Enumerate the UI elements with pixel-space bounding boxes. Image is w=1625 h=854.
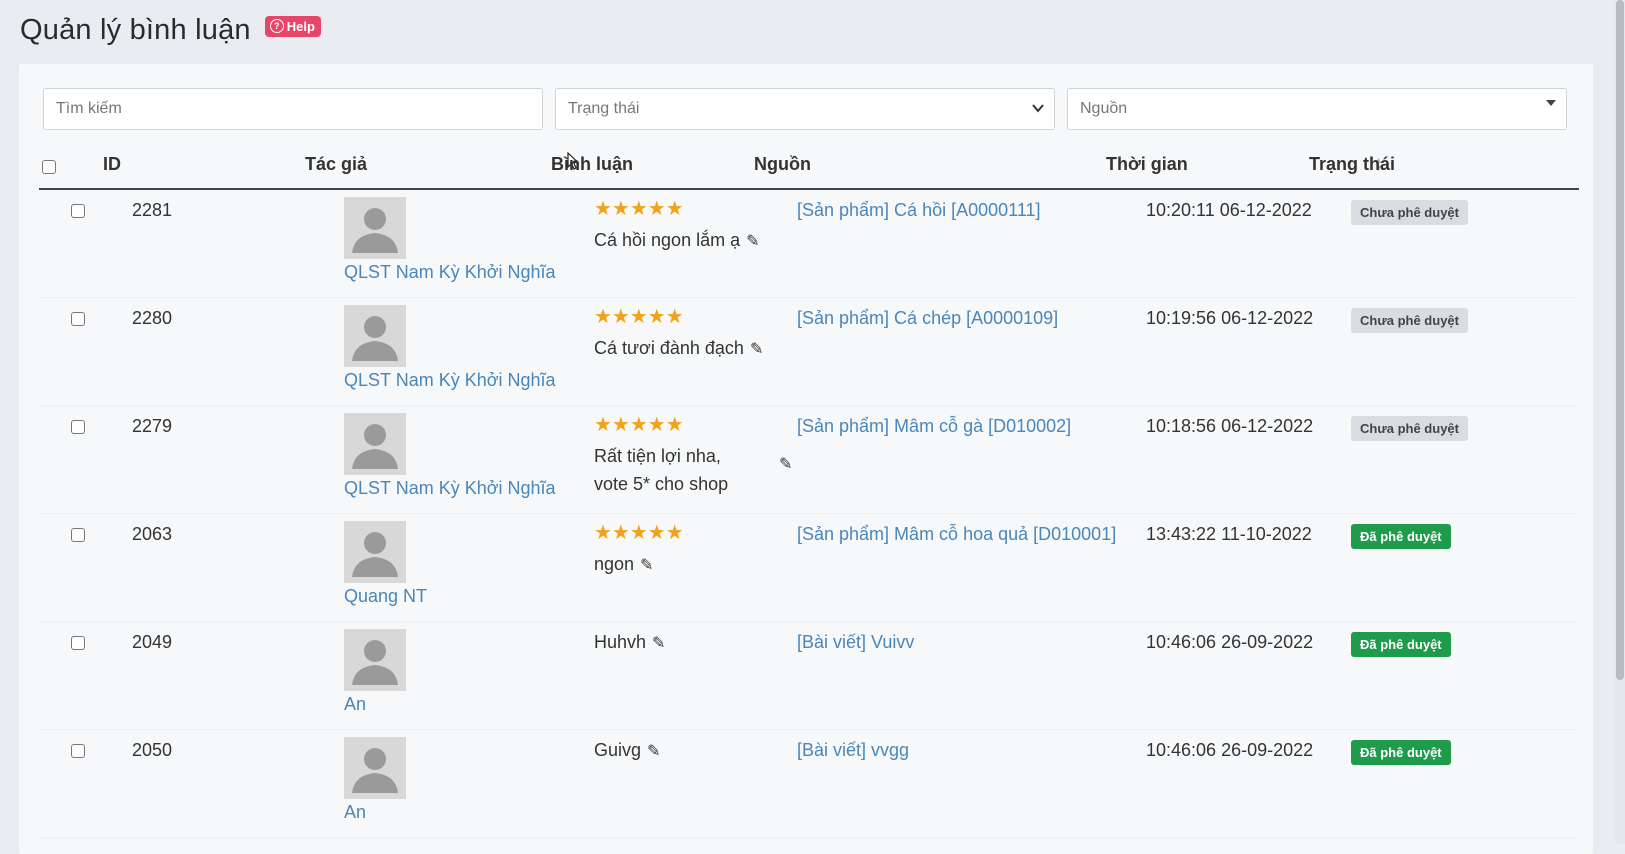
source-link[interactable]: [Bài viết] vvgg xyxy=(797,740,909,761)
row-checkbox[interactable] xyxy=(71,636,85,650)
pencil-icon[interactable]: ✎ xyxy=(640,552,653,580)
status-badge[interactable]: Đã phê duyệt xyxy=(1351,632,1451,657)
help-label: Help xyxy=(286,18,315,34)
comment-body: ngon xyxy=(594,554,635,574)
author-link[interactable]: QLST Nam Kỳ Khởi Nghĩa xyxy=(344,370,556,391)
user-avatar-icon xyxy=(344,413,406,475)
row-time: 10:46:06 26-09-2022 xyxy=(1146,632,1314,652)
rating-stars: ★★★★★ xyxy=(594,414,684,436)
status-badge[interactable]: Đã phê duyệt xyxy=(1351,524,1451,549)
pencil-icon[interactable]: ✎ xyxy=(746,228,759,256)
col-time[interactable]: Thời gian xyxy=(1106,154,1188,175)
status-badge[interactable]: Đã phê duyệt xyxy=(1351,740,1451,765)
comment-body: Huhvh xyxy=(594,632,647,652)
table-row: 2049 An Huhvh ✎ [Bài viết] Vuivv 10:46:06… xyxy=(39,622,1579,730)
row-checkbox[interactable] xyxy=(71,312,85,326)
pencil-icon[interactable]: ✎ xyxy=(779,454,792,474)
table-row: 2280 QLST Nam Kỳ Khởi Nghĩa ★★★★★ Cá tươ… xyxy=(39,298,1579,406)
row-time: 13:43:22 11-10-2022 xyxy=(1146,524,1312,544)
pencil-icon[interactable]: ✎ xyxy=(652,630,665,658)
comment-text: Guivg ✎ xyxy=(594,736,660,766)
chevron-down-icon xyxy=(1032,101,1044,118)
row-id: 2279 xyxy=(132,416,173,436)
page-header: Quản lý bình luận ? Help xyxy=(20,10,321,50)
user-avatar-icon xyxy=(344,737,406,799)
status-badge[interactable]: Chưa phê duyệt xyxy=(1351,416,1468,441)
author-link[interactable]: QLST Nam Kỳ Khởi Nghĩa xyxy=(344,262,556,283)
pencil-icon[interactable]: ✎ xyxy=(647,738,660,766)
table-row: 2279 QLST Nam Kỳ Khởi Nghĩa ★★★★★ Rất ti… xyxy=(39,406,1579,514)
comments-panel: Tìm kiếm Trạng thái Nguồn ID Tác giả Bìn… xyxy=(19,64,1593,854)
status-select-label: Trạng thái xyxy=(568,100,640,117)
col-author[interactable]: Tác giả xyxy=(305,154,367,175)
comment-body: Cá hồi ngon lắm ạ xyxy=(594,230,741,250)
page-title: Quản lý bình luận xyxy=(20,13,251,46)
user-avatar-icon xyxy=(344,197,406,259)
comment-text: Rất tiện lợi nha, vote 5* cho shop xyxy=(594,442,728,498)
row-time: 10:18:56 06-12-2022 xyxy=(1146,416,1314,436)
scrollbar-thumb[interactable] xyxy=(1616,0,1624,680)
filter-bar: Tìm kiếm Trạng thái Nguồn xyxy=(43,88,1567,130)
comment-text: Huhvh ✎ xyxy=(594,628,665,658)
user-avatar-icon xyxy=(344,521,406,583)
author-link[interactable]: An xyxy=(344,694,366,715)
user-avatar-icon xyxy=(344,305,406,367)
row-id: 2050 xyxy=(132,740,173,760)
table-body: 2281 QLST Nam Kỳ Khởi Nghĩa ★★★★★ Cá hồi… xyxy=(39,190,1579,838)
status-badge[interactable]: Chưa phê duyệt xyxy=(1351,200,1468,225)
table-row: 2050 An Guivg ✎ [Bài viết] vvgg 10:46:06 … xyxy=(39,730,1579,838)
comment-body: Cá tươi đành đạch xyxy=(594,338,744,358)
row-checkbox[interactable] xyxy=(71,528,85,542)
row-checkbox[interactable] xyxy=(71,204,85,218)
author-link[interactable]: QLST Nam Kỳ Khởi Nghĩa xyxy=(344,478,556,499)
col-source[interactable]: Nguồn xyxy=(754,154,811,175)
help-button[interactable]: ? Help xyxy=(264,15,321,37)
source-select-label: Nguồn xyxy=(1080,100,1128,117)
source-link[interactable]: [Sản phẩm] Mâm cỗ gà [D010002] xyxy=(797,416,1071,437)
status-badge[interactable]: Chưa phê duyệt xyxy=(1351,308,1468,333)
source-link[interactable]: [Sản phẩm] Mâm cỗ hoa quả [D010001] xyxy=(797,524,1116,545)
row-checkbox[interactable] xyxy=(71,420,85,434)
source-link[interactable]: [Sản phẩm] Cá hồi [A0000111] xyxy=(797,200,1041,221)
comment-text: ngon ✎ xyxy=(594,550,653,580)
table-header: ID Tác giả Bình luận Nguồn Thời gian ▲ ▼ … xyxy=(39,142,1579,190)
author-link[interactable]: An xyxy=(344,802,366,823)
source-link[interactable]: [Bài viết] Vuivv xyxy=(797,632,914,653)
col-comment[interactable]: Bình luận xyxy=(551,154,633,175)
row-id: 2049 xyxy=(132,632,173,652)
search-placeholder: Tìm kiếm xyxy=(56,100,122,117)
table-row: 2063 Quang NT ★★★★★ ngon ✎ [Sản phẩm] Mâm… xyxy=(39,514,1579,622)
scrollbar[interactable] xyxy=(1615,0,1625,844)
author-link[interactable]: Quang NT xyxy=(344,586,427,607)
row-id: 2280 xyxy=(132,308,173,328)
row-id: 2063 xyxy=(132,524,173,544)
comment-text: Cá hồi ngon lắm ạ ✎ xyxy=(594,226,760,256)
col-status[interactable]: Trạng thái xyxy=(1309,154,1395,175)
comment-line: vote 5* cho shop xyxy=(594,474,729,494)
comment-text: Cá tươi đành đạch ✎ xyxy=(594,334,763,364)
caret-down-icon xyxy=(1546,100,1556,106)
row-time: 10:20:11 06-12-2022 xyxy=(1146,200,1312,220)
comment-body: Guivg xyxy=(594,740,642,760)
col-id[interactable]: ID xyxy=(103,154,121,175)
rating-stars: ★★★★★ xyxy=(594,198,684,220)
select-all-checkbox[interactable] xyxy=(42,160,56,174)
source-select[interactable]: Nguồn xyxy=(1067,88,1567,130)
user-avatar-icon xyxy=(344,629,406,691)
status-select[interactable]: Trạng thái xyxy=(555,88,1055,130)
rating-stars: ★★★★★ xyxy=(594,306,684,328)
comment-line: Rất tiện lợi nha, xyxy=(594,446,721,466)
help-icon: ? xyxy=(269,19,284,33)
table-row: 2281 QLST Nam Kỳ Khởi Nghĩa ★★★★★ Cá hồi… xyxy=(39,190,1579,298)
row-time: 10:46:06 26-09-2022 xyxy=(1146,740,1314,760)
rating-stars: ★★★★★ xyxy=(594,522,684,544)
pencil-icon[interactable]: ✎ xyxy=(750,336,763,364)
row-id: 2281 xyxy=(132,200,173,220)
row-time: 10:19:56 06-12-2022 xyxy=(1146,308,1314,328)
search-input[interactable]: Tìm kiếm xyxy=(43,88,543,130)
row-checkbox[interactable] xyxy=(71,744,85,758)
source-link[interactable]: [Sản phẩm] Cá chép [A0000109] xyxy=(797,308,1058,329)
